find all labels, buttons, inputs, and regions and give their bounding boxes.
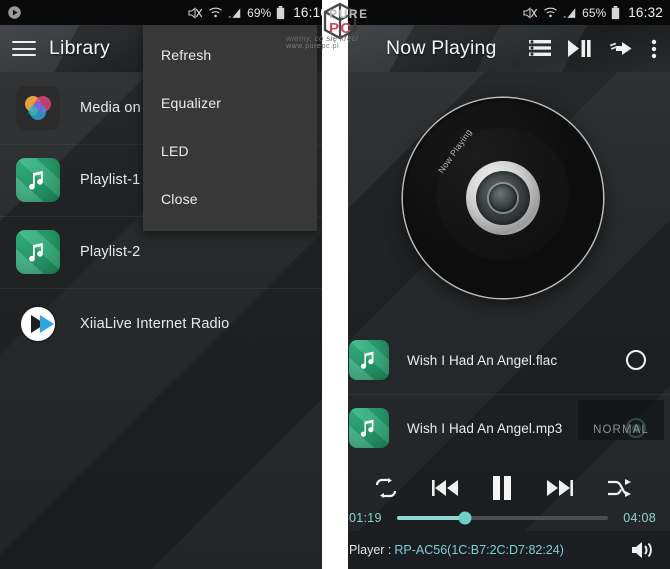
pause-icon[interactable] [492,476,512,500]
disc-artwork: Now Playing [402,98,603,298]
shuffle-icon[interactable] [606,477,632,499]
playlist-icon[interactable] [529,39,551,59]
seek-slider[interactable] [397,511,608,525]
music-note-icon [349,408,389,448]
battery-percent: 69% [247,5,272,20]
toast-text: NORMAL [593,424,649,436]
music-note-icon [349,340,389,380]
menu-item-close[interactable]: Close [143,175,317,223]
playback-controls [335,466,670,510]
list-item-label: Playlist-1 [80,172,141,188]
right-status-bar: 65% 16:32 [335,0,670,25]
screenshot-root: 69% 16:16 Library Media on your Playlist… [0,0,670,569]
album-art-area: Now Playing [335,72,670,324]
track-name: Wish I Had An Angel.flac [407,352,558,368]
menu-item-equalizer[interactable]: Equalizer [143,79,317,127]
mute-icon [187,6,203,20]
previous-track-icon[interactable] [431,478,460,498]
right-app-bar: Now Playing [335,25,670,72]
track-row[interactable]: Wish I Had An Angel.flac [335,326,670,394]
music-note-icon [16,158,60,202]
player-label: Player : [349,543,392,557]
hamburger-icon[interactable] [9,34,39,64]
cast-arrow-icon[interactable] [609,39,634,58]
watermark-tagline: wiemy, co się kręci [286,34,359,43]
track-list: Wish I Had An Angel.flac Wish I Had An A… [335,326,670,462]
seek-progress-fill [397,516,465,520]
left-phone-screen: 69% 16:16 Library Media on your Playlist… [0,0,335,569]
wifi-icon [208,6,223,19]
overflow-menu-icon[interactable] [651,39,657,59]
overflow-dropdown-menu: Refresh Equalizer LED Close [143,25,317,231]
player-device-bar: Player : RP-AC56(1C:B7:2C:D7:82:24) [335,531,670,569]
list-item-label: XiiaLive Internet Radio [80,316,230,332]
page-title: Library [49,37,111,59]
repeat-icon[interactable] [373,477,399,499]
wifi-icon [543,6,558,19]
mute-icon [522,6,538,20]
next-track-icon[interactable] [545,478,574,498]
menu-item-led[interactable]: LED [143,127,317,175]
left-status-bar: 69% 16:16 [0,0,335,25]
music-note-icon [16,230,60,274]
player-device-name: RP-AC56(1C:B7:2C:D7:82:24) [394,543,564,557]
play-circle-icon [7,5,22,20]
seek-bar-row: 01:19 04:08 [335,505,670,531]
list-item-xiialive[interactable]: XiiaLive Internet Radio [0,288,335,360]
volume-icon[interactable] [630,539,656,561]
watermark-url: www.purepc.pl [286,43,340,50]
media-library-icon [16,86,60,130]
list-item-label: Playlist-2 [80,244,141,260]
play-pause-icon[interactable] [568,39,592,58]
total-time: 04:08 [623,511,656,525]
battery-icon [611,5,620,20]
right-phone-screen: 65% 16:32 Now Playing Now Playing Wish I… [335,0,670,569]
battery-icon [276,5,285,20]
xiialive-icon [16,302,60,346]
status-toast: NORMAL [578,400,664,440]
disc-hub-inner [488,184,517,212]
disc-label-text: Now Playing [435,126,474,176]
elapsed-time: 01:19 [349,511,382,525]
seek-slider-knob[interactable] [458,511,472,525]
signal-icon [228,7,242,19]
status-time: 16:32 [628,5,663,20]
signal-icon [563,7,577,19]
page-title: Now Playing [386,37,497,59]
battery-percent: 65% [582,5,607,20]
watermark-backdrop [322,0,348,569]
track-radio-button[interactable] [626,350,646,370]
